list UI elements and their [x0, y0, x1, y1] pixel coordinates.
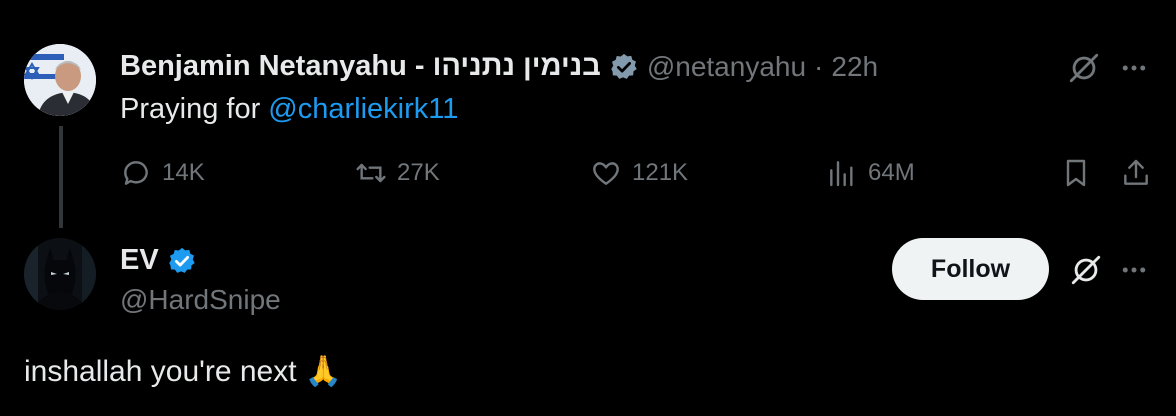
timestamp[interactable]: 22h	[831, 51, 878, 83]
like-button[interactable]: 121K	[590, 157, 688, 189]
separator-dot: ·	[814, 50, 824, 82]
thread-connector	[59, 126, 63, 228]
more-options-icon[interactable]	[1114, 250, 1154, 290]
bookmark-icon[interactable]	[1058, 155, 1094, 191]
avatar[interactable]	[24, 44, 96, 116]
reply-button[interactable]: 14K	[120, 157, 205, 189]
reply-icon	[124, 161, 148, 185]
author-handle[interactable]: @netanyahu	[647, 51, 806, 83]
avatar-image	[24, 238, 96, 310]
author-name[interactable]: EV	[120, 244, 159, 277]
follow-button[interactable]: Follow	[892, 238, 1049, 300]
like-count: 121K	[632, 159, 689, 186]
grok-icon[interactable]	[1064, 48, 1104, 88]
avatar-image	[24, 44, 96, 116]
grok-icon[interactable]	[1066, 250, 1106, 290]
more-options-icon[interactable]	[1114, 48, 1154, 88]
author-name[interactable]: Benjamin Netanyahu - בנימין נתניהו	[120, 50, 601, 83]
repost-button[interactable]: 27K	[355, 157, 440, 189]
repost-icon	[356, 163, 386, 183]
tweet-header: Benjamin Netanyahu - בנימין נתניהו @neta…	[120, 50, 878, 83]
share-icon[interactable]	[1118, 155, 1154, 191]
reply-header: EV	[120, 244, 197, 277]
repost-count: 27K	[397, 159, 440, 186]
mention-link[interactable]: @charliekirk11	[268, 93, 458, 125]
views-button[interactable]: 64M	[826, 157, 915, 189]
reply-count: 14K	[162, 159, 205, 186]
author-handle[interactable]: @HardSnipe	[120, 284, 281, 316]
heart-icon	[593, 162, 619, 185]
reply-text: inshallah you're next 🙏	[24, 355, 343, 388]
view-count: 64M	[868, 159, 915, 186]
avatar[interactable]	[24, 238, 96, 310]
verified-badge-icon[interactable]	[167, 246, 197, 276]
tweet-text: Praying for @charliekirk11	[120, 93, 458, 126]
views-chart-icon	[830, 161, 853, 187]
tweet-text-prefix: Praying for	[120, 93, 269, 125]
verified-badge-icon[interactable]	[609, 52, 639, 82]
